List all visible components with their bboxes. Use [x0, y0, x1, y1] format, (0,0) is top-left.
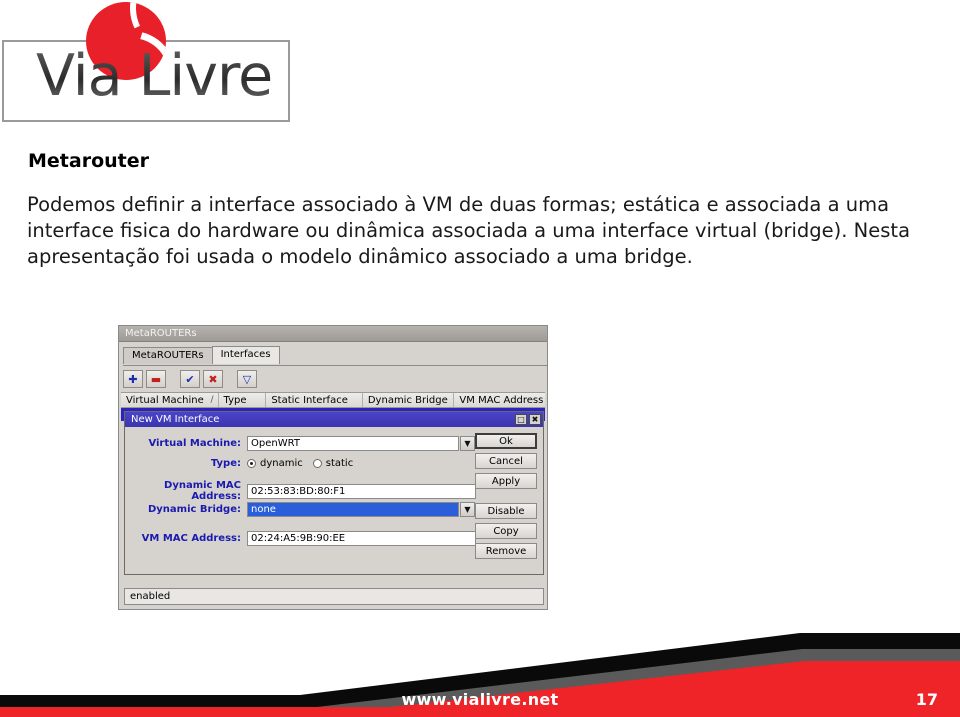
field-label-virtual-machine: Virtual Machine:	[148, 438, 241, 449]
column-header-virtual-machine[interactable]: Virtual Machine /	[121, 393, 219, 407]
tab-metarouters[interactable]: MetaROUTERs	[123, 347, 213, 364]
slide-footer: www.vialivre.net 17	[0, 537, 960, 717]
cancel-button[interactable]: Cancel	[475, 453, 537, 469]
field-label-dynamic-mac-address: Dynamic MAC Address:	[164, 480, 241, 502]
field-virtual-machine: Virtual Machine: OpenWRT ▼	[125, 436, 475, 451]
disable-button[interactable]: Disable	[475, 503, 537, 519]
apply-button[interactable]: Apply	[475, 473, 537, 489]
column-header-vm-mac-address[interactable]: VM MAC Address	[454, 393, 545, 407]
filter-button[interactable]: ▽	[237, 370, 257, 388]
radio-dynamic[interactable]: dynamic	[247, 458, 303, 469]
dynamic-mac-address-input[interactable]: 02:53:83:BD:80:F1	[247, 483, 476, 499]
funnel-icon: ▽	[242, 372, 252, 386]
dialog-title: New VM Interface	[131, 414, 220, 425]
dialog-titlebar: New VM Interface □ ✖	[125, 412, 543, 427]
maximize-button[interactable]: □	[515, 414, 527, 425]
tab-bar: MetaROUTERs Interfaces	[123, 346, 547, 366]
window-title: MetaROUTERs	[125, 328, 197, 339]
cross-icon: ✖	[208, 372, 218, 386]
radio-static-icon	[312, 459, 322, 468]
plus-icon: ✚	[128, 372, 138, 386]
field-label-type: Type:	[210, 458, 241, 469]
minus-icon: ▬	[150, 372, 162, 386]
column-header-static-interface[interactable]: Static Interface	[266, 393, 363, 407]
radio-static[interactable]: static	[312, 458, 353, 469]
field-label-dynamic-bridge: Dynamic Bridge:	[147, 504, 241, 515]
slide-body-text: Podemos definir a interface associado à …	[27, 193, 911, 268]
toolbar: ✚ ▬ ✔ ✖ ▽	[119, 366, 547, 392]
check-icon: ✔	[185, 372, 195, 386]
radio-dynamic-icon	[247, 459, 256, 468]
brand-logo: Via Livre	[0, 0, 300, 128]
virtual-machine-dropdown-arrow-icon[interactable]: ▼	[460, 436, 475, 451]
table-header-row: Virtual Machine / Type Static Interface …	[121, 392, 545, 408]
add-button[interactable]: ✚	[123, 370, 143, 388]
footer-url: www.vialivre.net	[401, 690, 559, 709]
ok-button[interactable]: Ok	[475, 433, 537, 449]
dynamic-bridge-input[interactable]: none	[247, 502, 459, 517]
field-dynamic-mac-address: Dynamic MAC Address: 02:53:83:BD:80:F1	[125, 480, 476, 502]
remove-button[interactable]: ▬	[146, 370, 166, 388]
page-number: 17	[915, 690, 938, 709]
field-dynamic-bridge: Dynamic Bridge: none ▼	[125, 502, 475, 517]
logo-wordmark: Via Livre	[36, 43, 273, 109]
close-button[interactable]: ✖	[529, 414, 541, 425]
window-titlebar: MetaROUTERs	[119, 326, 547, 342]
tab-interfaces[interactable]: Interfaces	[211, 346, 280, 364]
disable-button[interactable]: ✖	[203, 370, 223, 388]
virtual-machine-input[interactable]: OpenWRT	[247, 436, 459, 451]
column-header-dynamic-bridge[interactable]: Dynamic Bridge	[363, 393, 455, 407]
dynamic-bridge-dropdown-arrow-icon[interactable]: ▼	[460, 502, 475, 517]
page-title: Metarouter	[28, 150, 149, 172]
sort-indicator: /	[210, 395, 214, 405]
enable-button[interactable]: ✔	[180, 370, 200, 388]
column-header-type[interactable]: Type	[219, 393, 267, 407]
field-type: Type: dynamic static	[125, 458, 353, 469]
